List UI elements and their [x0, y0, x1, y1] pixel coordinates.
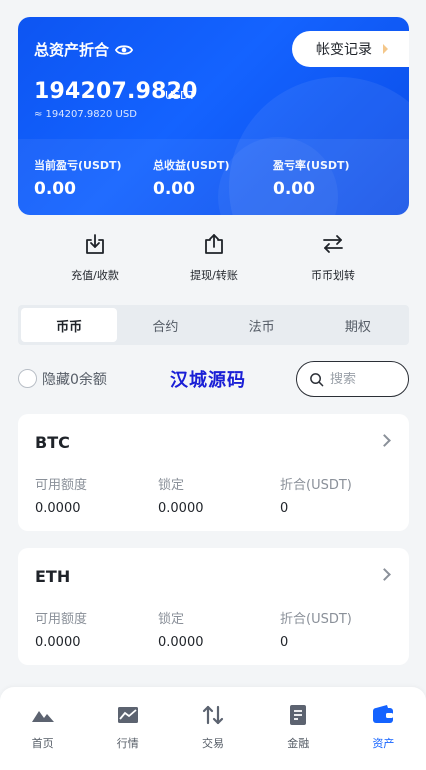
- home-mountain-icon: [31, 711, 54, 722]
- coin-name: ETH: [35, 567, 71, 586]
- locked-column: 锁定 0.0000: [158, 608, 204, 650]
- coin-name: BTC: [35, 433, 70, 452]
- available-column: 可用额度 0.0000: [35, 474, 87, 516]
- hide-zero-radio[interactable]: [18, 369, 37, 388]
- stat-value: 0.00: [34, 179, 76, 199]
- upload-icon: [205, 234, 223, 254]
- stat-total-income: 总收益(USDT) 0.00: [153, 157, 230, 199]
- pnl-stats: 当前盈亏(USDT) 0.00 总收益(USDT) 0.00 盈亏率(USDT)…: [18, 139, 409, 215]
- bottom-tab-bar: 首页 行情 交易 金融 资产: [0, 687, 426, 770]
- converted-column: 折合(USDT) 0: [280, 608, 352, 650]
- nav-trade-label: 交易: [202, 737, 224, 750]
- locked-column: 锁定 0.0000: [158, 474, 204, 516]
- account-tabs: 币币 合约 法币 期权: [18, 305, 409, 345]
- total-amount-unit: USDT: [165, 89, 196, 102]
- available-label: 可用额度: [35, 612, 88, 627]
- eye-icon[interactable]: [115, 44, 134, 56]
- wallet-icon: [373, 705, 394, 723]
- chart-icon: [117, 707, 138, 723]
- converted-value: 0: [280, 635, 289, 650]
- nav-assets-label: 资产: [372, 737, 395, 750]
- available-value: 0.0000: [35, 501, 81, 516]
- ledger-record-button[interactable]: 帐变记录: [292, 31, 409, 67]
- document-icon: [290, 705, 307, 725]
- total-assets-label: 总资产折合: [34, 41, 110, 59]
- locked-value: 0.0000: [158, 501, 204, 516]
- nav-finance[interactable]: 金融: [256, 687, 341, 770]
- nav-market[interactable]: 行情: [85, 687, 170, 770]
- nav-assets[interactable]: 资产: [341, 687, 426, 770]
- nav-finance-label: 金融: [287, 737, 310, 750]
- trade-arrows-icon: [202, 705, 224, 725]
- coin-card-btc[interactable]: BTC 可用额度 0.0000 锁定 0.0000 折合(USDT) 0: [18, 414, 409, 531]
- nav-trade[interactable]: 交易: [170, 687, 255, 770]
- withdraw-action[interactable]: 提现/转账: [164, 232, 264, 283]
- transfer-icon: [323, 235, 343, 253]
- stat-label: 总收益(USDT): [153, 159, 230, 172]
- search-box[interactable]: [296, 361, 409, 397]
- locked-value: 0.0000: [158, 635, 204, 650]
- stat-pnl-rate: 盈亏率(USDT) 0.00: [273, 157, 350, 199]
- filter-row: 隐藏0余额 汉城源码: [18, 361, 409, 397]
- locked-label: 锁定: [158, 478, 185, 493]
- withdraw-label: 提现/转账: [190, 269, 238, 282]
- watermark-text: 汉城源码: [170, 370, 246, 391]
- nav-home[interactable]: 首页: [0, 687, 85, 770]
- available-label: 可用额度: [35, 478, 88, 493]
- search-icon: [310, 372, 324, 386]
- transfer-action[interactable]: 币币划转: [283, 232, 383, 283]
- locked-label: 锁定: [158, 612, 185, 627]
- search-input[interactable]: [330, 371, 400, 387]
- nav-home-label: 首页: [31, 737, 54, 750]
- converted-label: 折合(USDT): [280, 612, 352, 627]
- quick-actions: 充值/收款 提现/转账 币币划转: [18, 232, 409, 292]
- transfer-label: 币币划转: [311, 269, 355, 282]
- stat-value: 0.00: [273, 179, 315, 199]
- tab-options[interactable]: 期权: [310, 308, 406, 342]
- tab-fiat[interactable]: 法币: [214, 308, 310, 342]
- tab-spot[interactable]: 币币: [21, 308, 118, 342]
- stat-label: 当前盈亏(USDT): [34, 159, 122, 172]
- stat-value: 0.00: [153, 179, 195, 199]
- available-value: 0.0000: [35, 635, 81, 650]
- caret-right-icon: [383, 44, 388, 54]
- coin-card-eth[interactable]: ETH 可用额度 0.0000 锁定 0.0000 折合(USDT) 0: [18, 548, 409, 665]
- chevron-right-icon: [378, 568, 391, 581]
- deposit-label: 充值/收款: [71, 269, 119, 282]
- total-assets-title: 总资产折合: [34, 39, 134, 60]
- chevron-right-icon: [378, 434, 391, 447]
- ledger-record-label: 帐变记录: [316, 42, 372, 58]
- converted-label: 折合(USDT): [280, 478, 352, 493]
- download-icon: [86, 234, 104, 254]
- stat-label: 盈亏率(USDT): [273, 159, 350, 172]
- converted-value: 0: [280, 501, 289, 516]
- converted-column: 折合(USDT) 0: [280, 474, 352, 516]
- deposit-action[interactable]: 充值/收款: [45, 232, 145, 283]
- approx-usd: ≈ 194207.9820 USD: [34, 109, 137, 120]
- stat-current-pnl: 当前盈亏(USDT) 0.00: [34, 157, 122, 199]
- tab-contract[interactable]: 合约: [117, 308, 213, 342]
- available-column: 可用额度 0.0000: [35, 608, 87, 650]
- asset-summary-card: 总资产折合 帐变记录 194207.9820 USDT ≈ 194207.982…: [18, 17, 409, 215]
- nav-market-label: 行情: [116, 737, 139, 750]
- hide-zero-label[interactable]: 隐藏0余额: [42, 369, 107, 389]
